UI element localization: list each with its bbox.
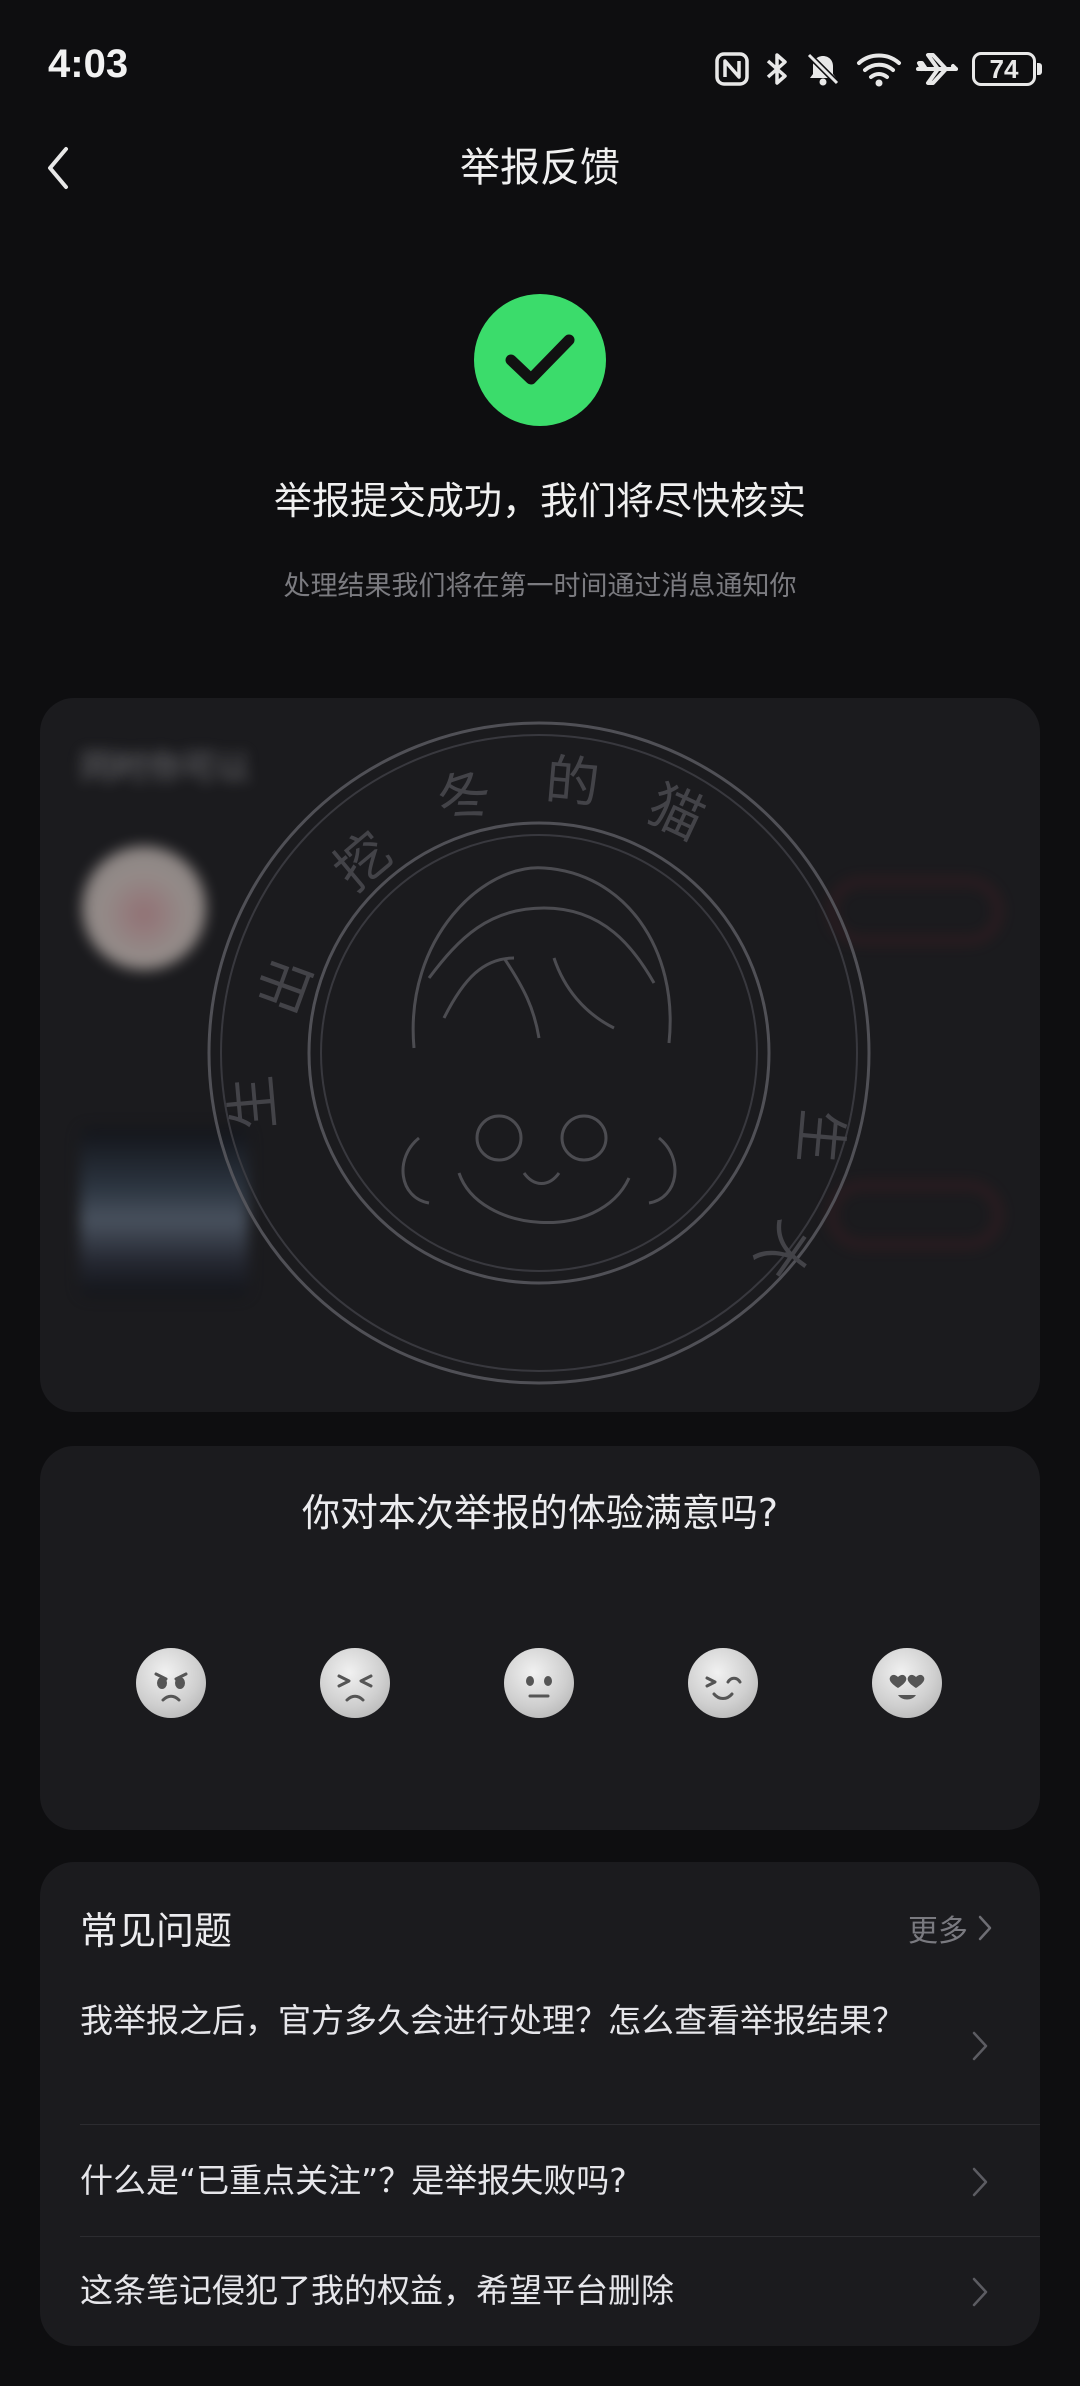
status-bar: 4:03 74 bbox=[0, 0, 1080, 130]
success-subtitle: 处理结果我们将在第一时间通过消息通知你 bbox=[283, 571, 797, 602]
recommendation-blur-layer: 同时你可以 bbox=[40, 698, 1040, 1412]
bell-muted-icon bbox=[804, 50, 842, 88]
faq-more-label: 更多 bbox=[908, 1914, 968, 1949]
chevron-right-icon bbox=[972, 2277, 988, 2307]
video-thumbnail bbox=[80, 1128, 248, 1296]
sad-face-icon[interactable] bbox=[320, 1648, 390, 1718]
status-time: 4:03 bbox=[48, 42, 129, 86]
report-feedback-screen: 4:03 74 举报反馈 举报提交成功，我们将尽快核实 处理结果我们将在第一时间… bbox=[0, 0, 1080, 2386]
recommendation-card: 同时你可以 bbox=[40, 698, 1040, 1412]
faq-divider bbox=[80, 2124, 1040, 2125]
chevron-right-icon bbox=[972, 2031, 988, 2061]
faq-item-text: 什么是“已重点关注”？是举报失败吗? bbox=[80, 2161, 627, 2200]
page-title: 举报反馈 bbox=[460, 145, 620, 191]
faq-item[interactable]: 什么是“已重点关注”？是举报失败吗? bbox=[80, 2156, 1040, 2206]
status-icons: 74 bbox=[714, 44, 1042, 94]
heart-eyes-face-icon[interactable] bbox=[872, 1648, 942, 1718]
angry-face-icon[interactable] bbox=[136, 1648, 206, 1718]
recommendation-heading: 同时你可以 bbox=[80, 748, 250, 788]
avatar bbox=[82, 846, 206, 970]
success-title: 举报提交成功，我们将尽快核实 bbox=[273, 479, 806, 523]
neutral-face-icon[interactable] bbox=[504, 1648, 574, 1718]
chevron-right-icon bbox=[972, 2167, 988, 2197]
faq-divider bbox=[80, 2236, 1040, 2237]
recommend-action-button[interactable] bbox=[830, 1184, 1000, 1246]
faq-title: 常见问题 bbox=[80, 1909, 233, 1953]
faq-item-text: 这条笔记侵犯了我的权益，希望平台删除 bbox=[80, 2271, 674, 2310]
check-circle-icon bbox=[474, 294, 606, 426]
smile-face-icon[interactable] bbox=[688, 1648, 758, 1718]
faq-item[interactable]: 我举报之后，官方多久会进行处理？怎么查看举报结果？ bbox=[80, 1996, 1040, 2046]
satisfaction-question: 你对本次举报的体验满意吗? bbox=[301, 1491, 779, 1535]
rating-options bbox=[40, 1648, 1040, 1720]
faq-card: 常见问题 更多 我举报之后，官方多久会进行处理？怎么查看举报结果？ 什么是“已重… bbox=[40, 1862, 1040, 2346]
chevron-right-icon bbox=[978, 1915, 992, 1941]
faq-more-link[interactable]: 更多 bbox=[908, 1906, 992, 1950]
wifi-icon bbox=[856, 51, 902, 87]
airplane-icon bbox=[916, 51, 958, 87]
faq-item-text: 我举报之后，官方多久会进行处理？怎么查看举报结果？ bbox=[80, 2001, 905, 2040]
battery-icon: 74 bbox=[972, 52, 1042, 86]
satisfaction-card: 你对本次举报的体验满意吗? bbox=[40, 1446, 1040, 1830]
faq-item[interactable]: 这条笔记侵犯了我的权益，希望平台删除 bbox=[80, 2266, 1040, 2316]
bluetooth-icon bbox=[764, 50, 790, 88]
recommend-action-button[interactable] bbox=[830, 880, 1000, 942]
nfc-icon bbox=[714, 51, 750, 87]
